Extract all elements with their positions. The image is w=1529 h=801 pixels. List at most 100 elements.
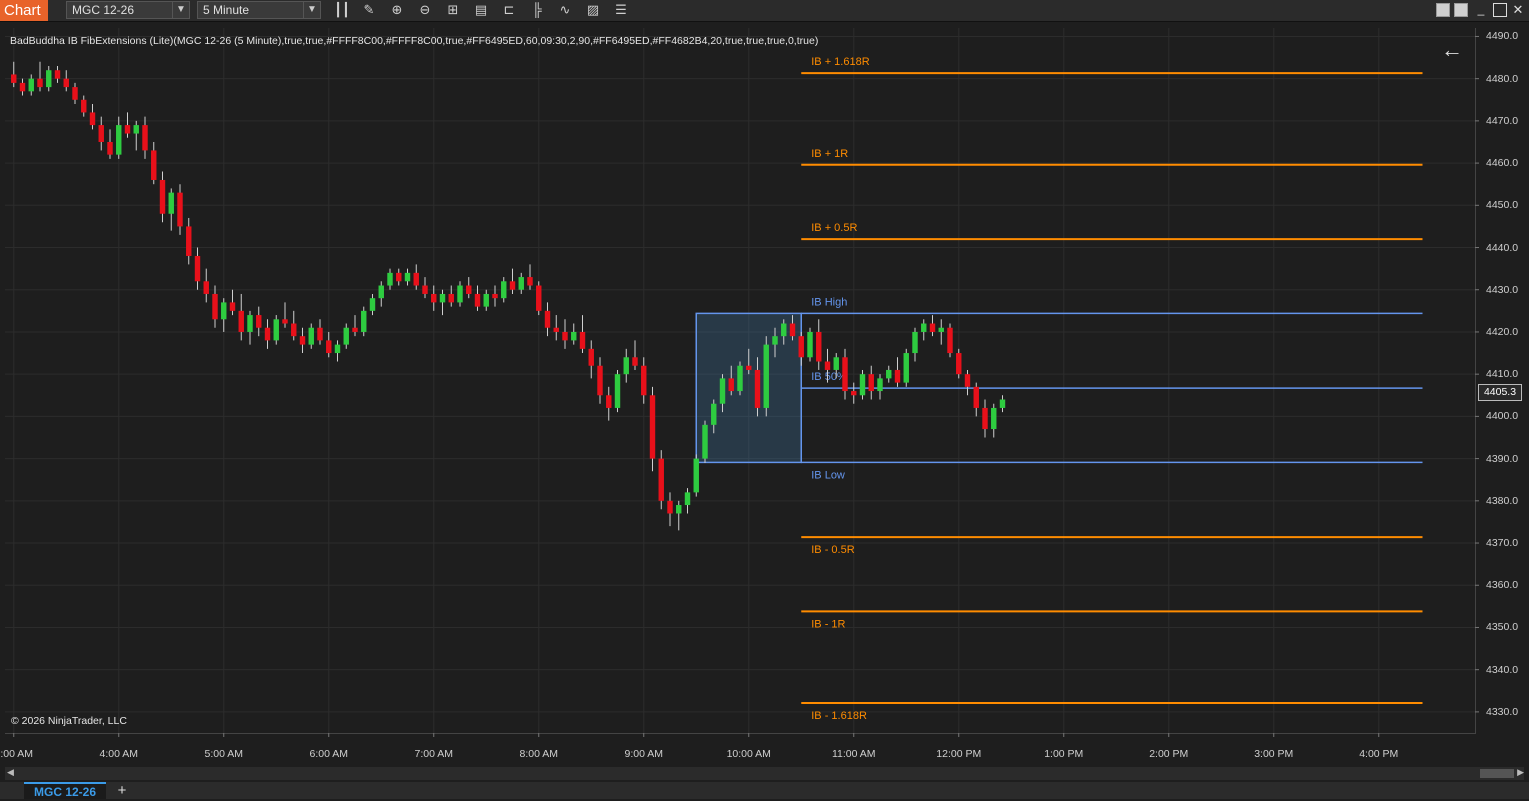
horizontal-scrollbar[interactable]: ◀ ▶ [5, 767, 1524, 780]
candle-body [571, 331, 577, 341]
candle-body [728, 378, 734, 392]
candle-body [816, 331, 822, 362]
candle-body [37, 78, 43, 88]
candle-body [579, 331, 586, 349]
time-tick-label: 5:00 AM [204, 748, 244, 760]
price-tick-label: 4400.0 [1486, 410, 1519, 423]
chart-svg: IB + 1.618R IB + 1R IB + 0.5R IB High IB 50%… [5, 28, 1479, 737]
price-tick-label: 4360.0 [1486, 579, 1519, 592]
time-tick-label: 6:00 AM [309, 748, 349, 760]
candle-body [763, 344, 769, 408]
price-tick-label: 4410.0 [1486, 368, 1519, 381]
level-label: IB - 0.5R [811, 544, 854, 556]
candle-body [369, 298, 376, 311]
instrument-tab[interactable]: MGC 12-26 [24, 782, 106, 799]
candle-body [46, 70, 52, 88]
candle-body [378, 285, 384, 299]
level-label: IB Low [811, 469, 845, 481]
last-price-marker: 4405.3 [1478, 384, 1522, 401]
candle-body [352, 327, 358, 332]
candle-body [956, 353, 962, 375]
candle-body [98, 125, 104, 142]
candle-body [282, 319, 288, 324]
scrollbar-thumb[interactable] [1480, 769, 1514, 778]
indicator-label[interactable]: BadBuddha IB FibExtensions (Lite)(MGC 12… [10, 35, 818, 47]
scroll-right-icon[interactable]: ▶ [1517, 767, 1524, 778]
time-tick-label: 10:00 AM [726, 748, 771, 760]
candle-body [973, 386, 979, 408]
candle-body [711, 403, 717, 425]
candle-body [81, 99, 87, 113]
candle-body [676, 505, 682, 514]
time-tick-label: 4:00 PM [1359, 748, 1399, 760]
candle-body [684, 492, 691, 506]
time-tick-label: 4:00 AM [99, 748, 139, 760]
time-tick-label: 11:00 AM [831, 748, 876, 760]
candle-body [142, 125, 148, 151]
candle-body [413, 272, 419, 286]
candle-body [894, 369, 901, 383]
candle-body [553, 327, 559, 332]
candle-body [387, 272, 393, 286]
price-tick-label: 4450.0 [1486, 199, 1519, 212]
candle-body [28, 78, 34, 92]
price-tick-label: 4340.0 [1486, 663, 1519, 676]
candle-body [798, 336, 804, 358]
candle-body [308, 327, 314, 345]
candle-body [212, 293, 218, 320]
price-tick-label: 4470.0 [1486, 114, 1519, 127]
add-tab-button[interactable]: + [112, 782, 132, 799]
candle-body [562, 331, 568, 341]
candle-body [667, 500, 673, 514]
candle-body [151, 150, 157, 180]
price-tick-label: 4350.0 [1486, 621, 1519, 634]
price-tick-label: 4480.0 [1486, 72, 1519, 85]
candle-body [929, 323, 936, 332]
candle-body [999, 399, 1006, 408]
price-tick-label: 4370.0 [1486, 537, 1519, 550]
candle-body [326, 340, 332, 354]
candle-body [693, 458, 699, 493]
candle-body [833, 357, 839, 370]
time-tick-label: 12:00 PM [936, 748, 982, 760]
candle-body [719, 378, 726, 404]
candle-body [921, 323, 927, 332]
candle-body [754, 369, 761, 408]
candle-body [133, 125, 139, 134]
candle-body [536, 285, 542, 311]
level-label: IB - 1R [811, 618, 845, 630]
candle-body [457, 285, 463, 303]
candle-body [466, 285, 472, 294]
level-label: IB 50% [811, 371, 847, 383]
price-tick-label: 4380.0 [1486, 494, 1519, 507]
candle-body [483, 293, 489, 307]
level-label: IB + 1.618R [811, 56, 869, 68]
candle-body [229, 302, 236, 311]
candle-body [938, 327, 944, 332]
candle-body [203, 281, 209, 294]
candle-body [886, 369, 892, 379]
level-label: IB - 1.618R [811, 710, 867, 722]
candle-body [492, 293, 498, 299]
candle-body [912, 331, 918, 354]
scroll-left-icon[interactable]: ◀ [7, 767, 14, 778]
candle-body [159, 179, 166, 214]
candle-body [54, 70, 61, 79]
candle-body [746, 365, 752, 370]
candle-body [991, 407, 997, 430]
candle-body [334, 344, 341, 354]
candle-body [807, 331, 813, 358]
candle-body [238, 310, 244, 332]
candle-body [623, 357, 629, 375]
candle-body [781, 323, 787, 337]
candle-body [168, 192, 174, 214]
time-tick-label: 3:00 AM [0, 748, 34, 760]
candle-body [63, 78, 69, 88]
candle-body [851, 391, 857, 396]
time-tick-label: 1:00 PM [1044, 748, 1084, 760]
candle-body [824, 361, 831, 370]
back-arrow-icon[interactable]: ← [1441, 37, 1463, 63]
candle-body [772, 336, 778, 345]
time-tick-label: 8:00 AM [519, 748, 559, 760]
candle-body [11, 74, 17, 83]
